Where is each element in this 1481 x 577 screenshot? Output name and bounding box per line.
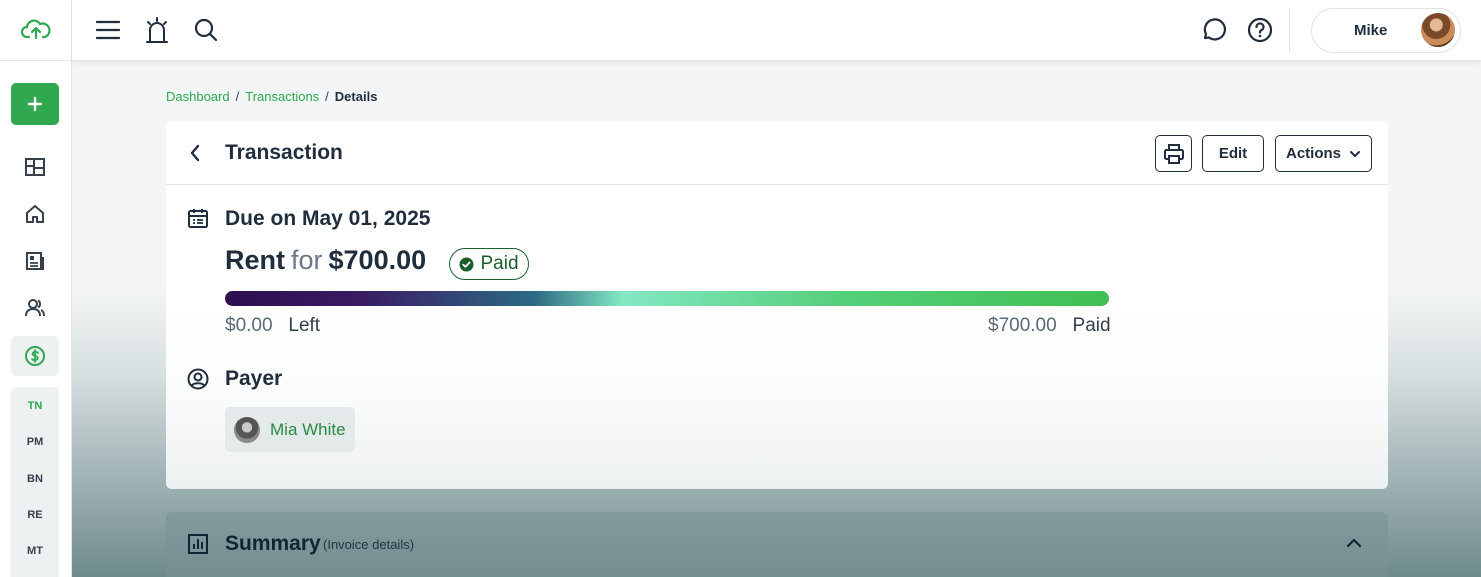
home-icon [26, 205, 44, 223]
amount-left: $0.00 Left [225, 315, 320, 337]
sidebar-item-people[interactable] [11, 288, 59, 328]
sidebar-sub-item-bn[interactable]: BN [11, 473, 59, 485]
hamburger-icon [96, 20, 120, 40]
plus-icon [27, 96, 43, 112]
category: Rent [225, 245, 285, 275]
page-title: Transaction [225, 141, 343, 164]
summary-title: Summary [225, 532, 321, 555]
left-amount: $0.00 [225, 315, 273, 336]
payer-name: Mia White [270, 419, 346, 439]
chevron-down-icon [1350, 150, 1360, 157]
search-button[interactable] [190, 14, 222, 46]
paid-amount: $700.00 [988, 315, 1057, 336]
calendar-icon [188, 209, 208, 228]
sidebar-item-dashboard[interactable] [11, 147, 59, 187]
payment-progress-bar [225, 291, 1109, 306]
search-icon [194, 18, 218, 42]
sidebar-sub-item-pm[interactable]: PM [11, 436, 59, 448]
paid-label: Paid [1072, 315, 1111, 336]
help-button[interactable] [1244, 14, 1276, 46]
chevron-up-icon[interactable] [1343, 532, 1365, 554]
help-circle-icon [1247, 17, 1273, 43]
chevron-left-icon [190, 144, 200, 162]
breadcrumb-separator: / [235, 89, 240, 104]
messages-button[interactable] [1197, 14, 1229, 46]
user-name: Mike [1354, 22, 1388, 39]
amount-paid: $700.00 Paid [988, 315, 1111, 337]
breadcrumb-separator: / [325, 89, 329, 104]
for-word: for [291, 245, 323, 275]
breadcrumb-current: Details [334, 89, 378, 104]
breadcrumb: Dashboard / Transactions / Details [166, 89, 377, 104]
add-button[interactable] [11, 83, 59, 125]
sidebar-item-leases[interactable] [11, 241, 59, 281]
topbar: Mike [72, 0, 1481, 61]
payer-chip[interactable]: Mia White [225, 407, 355, 452]
cloud-upload-icon [20, 19, 51, 40]
sidebar-sub-item-re[interactable]: RE [11, 509, 59, 521]
sidebar-submenu: TN PM BN RE MT [11, 387, 59, 577]
dashboard-icon [25, 158, 45, 176]
transaction-card: Transaction Edit Actions Due on May 01, … [166, 121, 1388, 489]
card-header: Transaction Edit Actions [166, 121, 1388, 185]
actions-label: Actions [1285, 145, 1341, 162]
sidebar: TN PM BN RE MT [0, 0, 72, 577]
sidebar-sub-item-mt[interactable]: MT [11, 545, 59, 557]
summary-panel[interactable]: Summary (Invoice details) [166, 512, 1388, 577]
users-icon [25, 299, 45, 317]
topbar-divider [1289, 8, 1290, 52]
emergency-button[interactable] [141, 14, 173, 46]
avatar [234, 416, 260, 443]
document-icon [26, 252, 44, 270]
left-label: Left [288, 315, 321, 336]
logo[interactable] [0, 0, 71, 61]
sidebar-item-properties[interactable] [11, 194, 59, 234]
due-date: Due on May 01, 2025 [225, 207, 431, 230]
breadcrumb-dashboard[interactable]: Dashboard [166, 89, 230, 104]
user-menu[interactable]: Mike [1311, 8, 1461, 53]
chat-bubble-icon [1203, 18, 1226, 41]
status-badge: Paid [449, 248, 529, 280]
print-button[interactable] [1155, 135, 1192, 172]
printer-icon [1163, 143, 1184, 164]
menu-button[interactable] [92, 14, 124, 46]
amount: $700.00 [328, 245, 427, 275]
avatar [1421, 13, 1455, 47]
status-text: Paid [480, 253, 519, 274]
summary-subtitle: (Invoice details) [323, 537, 415, 552]
check-circle-icon [459, 257, 474, 271]
sidebar-sub-item-tn[interactable]: TN [11, 400, 59, 412]
edit-button[interactable]: Edit [1202, 135, 1264, 172]
payer-heading: Payer [225, 367, 283, 390]
dollar-circle-icon [25, 346, 45, 366]
alarm-light-icon [146, 17, 168, 43]
actions-dropdown[interactable]: Actions [1275, 135, 1372, 172]
bar-chart-icon [188, 534, 208, 554]
amount-line: Rent for $700.00 [225, 245, 426, 276]
sidebar-item-accounting[interactable] [11, 336, 59, 376]
back-button[interactable] [184, 141, 206, 165]
user-circle-icon [187, 368, 209, 390]
breadcrumb-transactions[interactable]: Transactions [245, 89, 319, 104]
